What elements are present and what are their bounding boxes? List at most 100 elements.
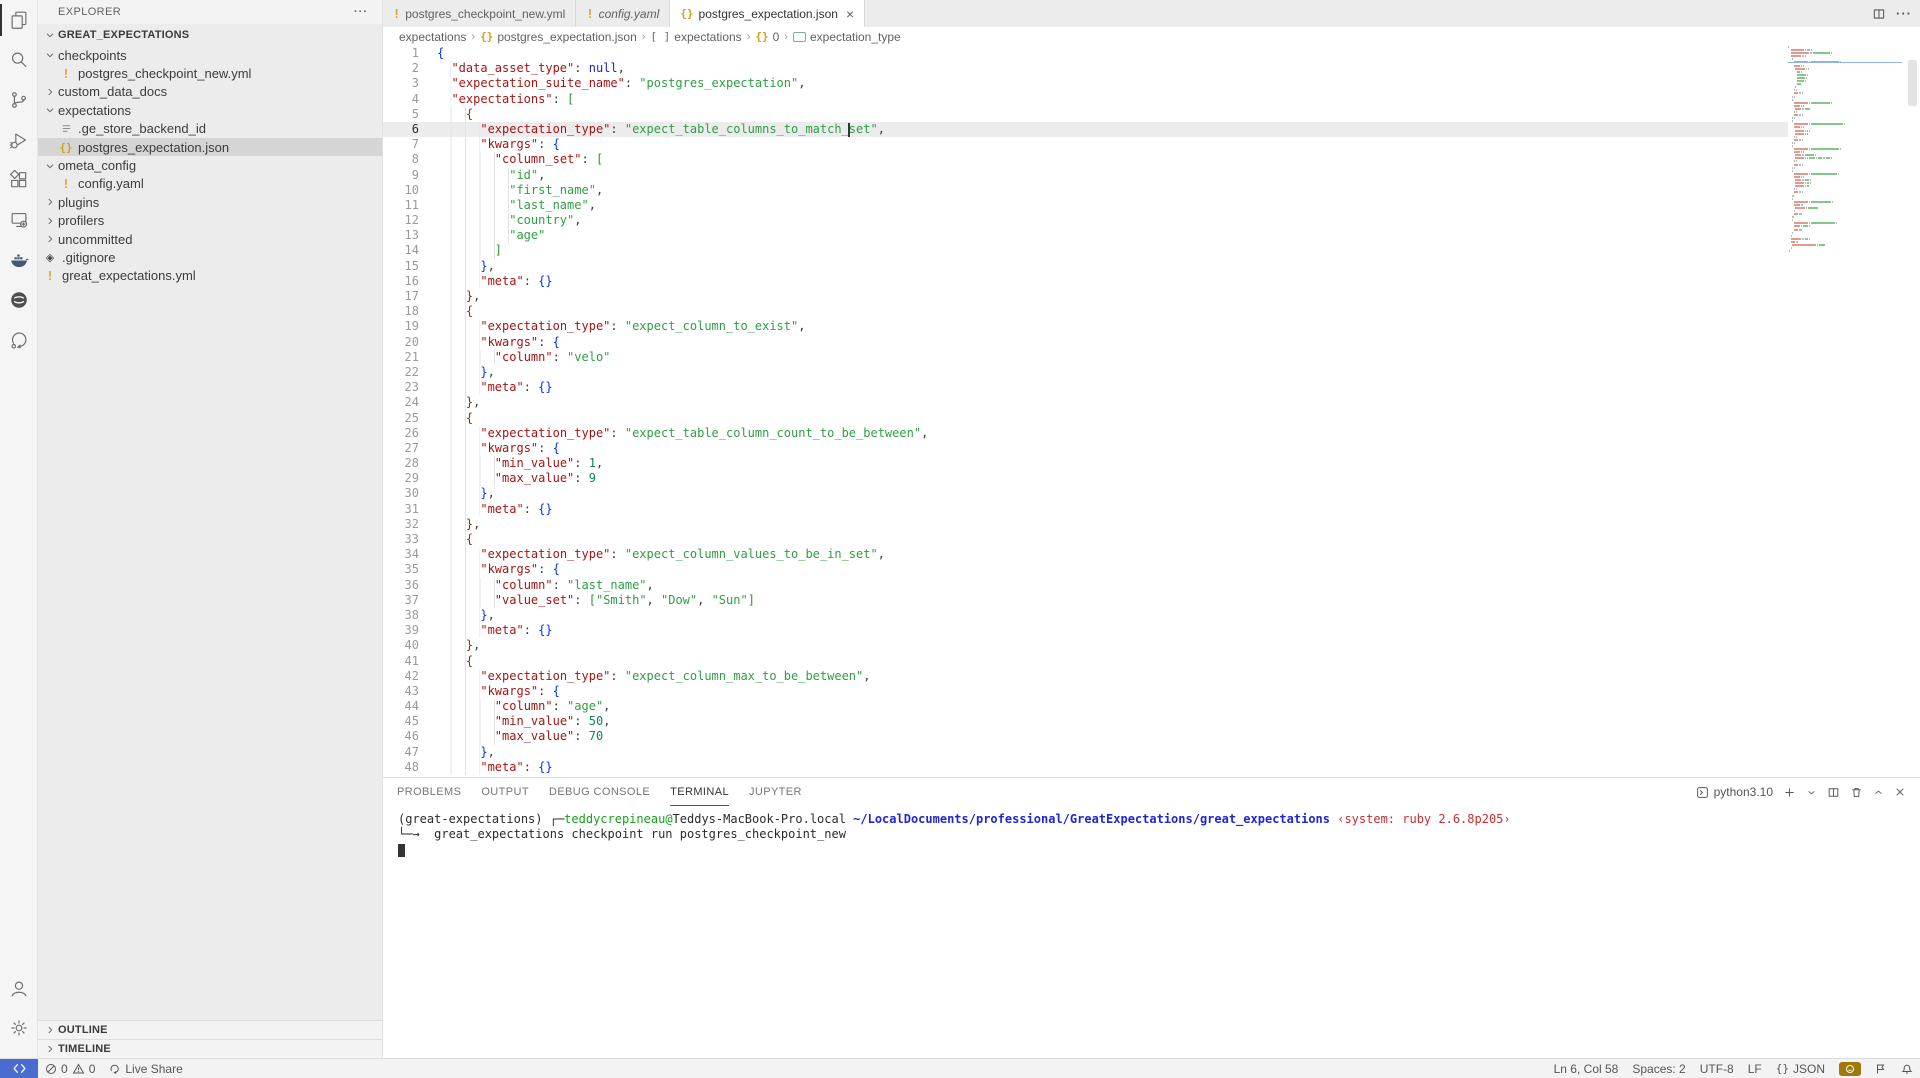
code-line[interactable]: 27"kwargs": { [383,441,928,456]
live-share-button[interactable]: Live Share [102,1059,189,1078]
panel-tab-terminal[interactable]: TERMINAL [670,778,729,806]
code-line[interactable]: 5{ [383,107,928,122]
close-panel-icon[interactable] [1894,786,1906,798]
split-editor-icon[interactable] [1872,7,1886,21]
feedback[interactable] [1868,1059,1894,1078]
tree-item-custom-data-docs[interactable]: custom_data_docs [38,83,382,101]
sidebar-section-timeline[interactable]: TIMELINE [38,1039,382,1058]
code-line[interactable]: 8"column_set": [ [383,152,928,167]
code-line[interactable]: 12"country", [383,213,928,228]
tab-postgres-expectation-json[interactable]: {}postgres_expectation.json× [670,0,865,27]
code-line[interactable]: 32}, [383,517,928,532]
code-line[interactable]: 11"last_name", [383,198,928,213]
breadcrumb-item[interactable]: {}postgres_expectation.json [480,30,637,44]
close-icon[interactable]: × [846,7,854,21]
eol[interactable]: LF [1741,1059,1769,1078]
code-line[interactable]: 4"expectations": [ [383,92,928,107]
tree-item-profilers[interactable]: profilers [38,212,382,230]
indentation[interactable]: Spaces: 2 [1625,1059,1692,1078]
panel-tab-debug-console[interactable]: DEBUG CONSOLE [549,778,650,806]
code-line[interactable]: 34"expectation_type": "expect_column_val… [383,547,928,562]
breadcrumb-item[interactable]: {}0 [755,30,779,44]
code-line[interactable]: 26"expectation_type": "expect_table_colu… [383,426,928,441]
tree-item-great-expectations-yml[interactable]: !great_expectations.yml [38,267,382,285]
code-line[interactable]: 14] [383,243,928,258]
code-line[interactable]: 40}, [383,638,928,653]
code-line[interactable]: 47}, [383,745,928,760]
settings-icon[interactable] [0,1008,38,1048]
jupyter-icon[interactable] [0,280,38,320]
tab-config-yaml[interactable]: !config.yaml [576,0,670,27]
terminal-output[interactable]: (great-expectations) ┌─teddycrepineau@Te… [383,806,1920,857]
code-line[interactable]: 30}, [383,486,928,501]
code-line[interactable]: 6"expectation_type": "expect_table_colum… [383,122,928,137]
live-share-icon[interactable] [0,320,38,360]
tree-item--ge-store-backend-id[interactable]: .ge_store_backend_id [38,120,382,138]
cursor-position[interactable]: Ln 6, Col 58 [1547,1059,1626,1078]
notifications[interactable] [1894,1059,1920,1078]
remote-indicator[interactable] [0,1059,38,1078]
tree-item-config-yaml[interactable]: !config.yaml [38,175,382,193]
code-line[interactable]: 44"column": "age", [383,699,928,714]
code-line[interactable]: 17}, [383,289,928,304]
code-line[interactable]: 46"max_value": 70 [383,729,928,744]
breadcrumb-item[interactable]: expectation_type [793,30,901,44]
terminal-shell-selector[interactable]: python3.10 [1696,785,1773,799]
smiley-badge[interactable] [1832,1059,1868,1078]
code-line[interactable]: 22}, [383,365,928,380]
sidebar-section-outline[interactable]: OUTLINE [38,1020,382,1039]
code-line[interactable]: 33{ [383,532,928,547]
tab-postgres-checkpoint-new-yml[interactable]: !postgres_checkpoint_new.yml [383,0,576,27]
tree-item-uncommitted[interactable]: uncommitted [38,230,382,248]
code-line[interactable]: 23"meta": {} [383,380,928,395]
code-line[interactable]: 29"max_value": 9 [383,471,928,486]
code-editor[interactable]: 1{2"data_asset_type": null,3"expectation… [383,46,1920,777]
code-line[interactable]: 16"meta": {} [383,274,928,289]
panel-tab-output[interactable]: OUTPUT [481,778,529,806]
code-line[interactable]: 20"kwargs": { [383,335,928,350]
code-line[interactable]: 25{ [383,411,928,426]
code-line[interactable]: 3"expectation_suite_name": "postgres_exp… [383,76,928,91]
tree-item-plugins[interactable]: plugins [38,193,382,211]
tree-item-postgres-checkpoint-new-yml[interactable]: !postgres_checkpoint_new.yml [38,64,382,82]
problems-indicator[interactable]: 00 [38,1059,102,1078]
code-line[interactable]: 31"meta": {} [383,502,928,517]
code-line[interactable]: 42"expectation_type": "expect_column_max… [383,669,928,684]
tree-item-ometa-config[interactable]: ometa_config [38,156,382,174]
code-line[interactable]: 43"kwargs": { [383,684,928,699]
run-debug-icon[interactable] [0,120,38,160]
code-line[interactable]: 10"first_name", [383,183,928,198]
code-line[interactable]: 7"kwargs": { [383,137,928,152]
code-line[interactable]: 41{ [383,654,928,669]
code-line[interactable]: 9"id", [383,168,928,183]
new-terminal-icon[interactable] [1783,786,1796,799]
split-terminal-icon[interactable] [1827,786,1840,799]
terminal-dropdown-icon[interactable] [1806,787,1817,798]
code-line[interactable]: 15}, [383,259,928,274]
code-line[interactable]: 21"column": "velo" [383,350,928,365]
breadcrumb-item[interactable]: [ ]expectations [650,30,741,44]
panel-tab-problems[interactable]: PROBLEMS [397,778,461,806]
code-line[interactable]: 13"age" [383,228,928,243]
editor-scrollbar[interactable] [1908,60,1917,106]
tree-item-expectations[interactable]: expectations [38,101,382,119]
code-line[interactable]: 37"value_set": ["Smith", "Dow", "Sun"] [383,593,928,608]
panel-tab-jupyter[interactable]: JUPYTER [749,778,802,806]
code-line[interactable]: 1{ [383,46,928,61]
minimap[interactable] [1788,46,1902,777]
code-line[interactable]: 19"expectation_type": "expect_column_to_… [383,319,928,334]
kill-terminal-icon[interactable] [1850,786,1863,799]
language-mode[interactable]: {}JSON [1769,1059,1832,1078]
breadcrumb-item[interactable]: expectations [399,30,466,44]
explorer-icon[interactable] [0,0,38,40]
remote-explorer-icon[interactable] [0,200,38,240]
tree-root-folder[interactable]: GREAT_EXPECTATIONS [38,24,382,46]
code-line[interactable]: 48"meta": {} [383,760,928,775]
code-line[interactable]: 24}, [383,395,928,410]
code-line[interactable]: 45"min_value": 50, [383,714,928,729]
editor-more-actions-icon[interactable]: ··· [1896,6,1912,21]
tree-item--gitignore[interactable]: ◈.gitignore [38,248,382,266]
code-line[interactable]: 39"meta": {} [383,623,928,638]
extensions-icon[interactable] [0,160,38,200]
code-line[interactable]: 38}, [383,608,928,623]
